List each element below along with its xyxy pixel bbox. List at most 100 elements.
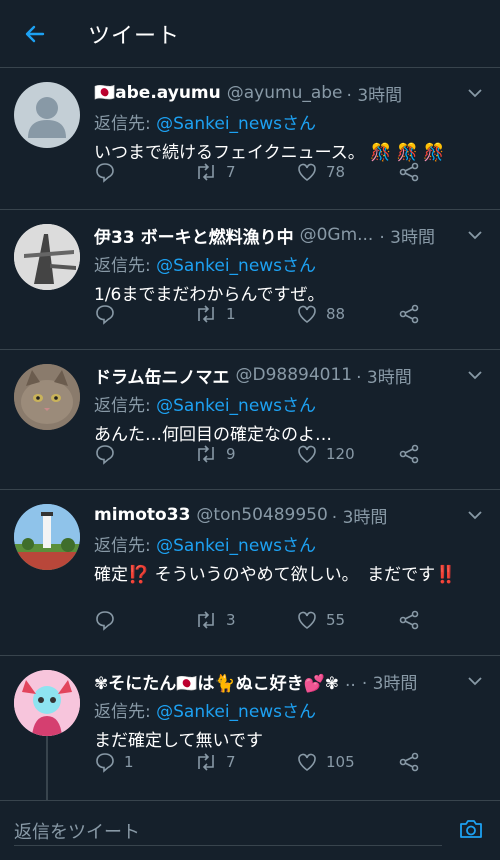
chevron-down-icon[interactable] (466, 366, 484, 384)
reply-prefix: 返信先: (94, 114, 157, 134)
display-name[interactable]: 伊33 ボーキと燃料漁り中 (94, 223, 294, 248)
anime-avatar-icon (14, 670, 80, 736)
chevron-down-icon[interactable] (466, 672, 484, 690)
tweet-header: 🇯🇵abe.ayumu @ayumu_abe · 3時間 (94, 80, 484, 106)
like-button[interactable]: 78 (296, 161, 345, 183)
retweet-count: 3 (226, 611, 236, 629)
retweet-count: 7 (226, 753, 236, 771)
avatar-default[interactable] (14, 82, 80, 148)
cat-avatar-icon (14, 364, 80, 430)
reply-context: 返信先: @Sankei_newsさん (94, 531, 484, 557)
tweet-text: 1/6までまだわからんですぜ。 (94, 285, 325, 305)
retweet-icon (198, 753, 214, 771)
retweet-icon (198, 163, 214, 181)
back-button[interactable] (0, 22, 70, 46)
reply-count: 1 (124, 753, 134, 771)
heart-icon (298, 611, 316, 629)
reply-context: 返信先: @Sankei_newsさん (94, 251, 484, 277)
retweet-icon (198, 611, 214, 629)
share-button[interactable] (398, 443, 420, 465)
reply-button[interactable] (94, 303, 124, 325)
tweet[interactable]: ドラム缶ニノマエ @D98894011 · 3時間 返信先: @Sankei_n… (0, 350, 500, 490)
reply-button[interactable]: 1 (94, 751, 134, 773)
timestamp: · 3時間 (361, 673, 418, 694)
user-avatar-icon (14, 224, 80, 290)
reply-input[interactable]: 返信をツイート (14, 818, 458, 844)
timestamp: · 3時間 (331, 507, 388, 528)
avatar[interactable] (14, 364, 80, 430)
retweet-button[interactable]: 3 (194, 609, 236, 631)
tweet[interactable]: 伊33 ボーキと燃料漁り中 @0Gm... · 3時間 返信先: @Sankei… (0, 210, 500, 350)
chevron-down-icon[interactable] (466, 506, 484, 524)
tweet[interactable]: 🇯🇵abe.ayumu @ayumu_abe · 3時間 返信先: @Sanke… (0, 68, 500, 210)
like-count: 120 (326, 445, 355, 463)
avatar[interactable] (14, 224, 80, 290)
reply-composer: 返信をツイート (0, 800, 500, 860)
reply-button[interactable] (94, 443, 124, 465)
tweet[interactable]: mimoto33 @ton50489950 · 3時間 返信先: @Sankei… (0, 490, 500, 656)
user-handle[interactable]: @ton50489950 (196, 505, 327, 525)
like-button[interactable]: 105 (296, 751, 355, 773)
share-button[interactable] (398, 609, 420, 631)
display-name[interactable]: ✾そにたん🇯🇵は🐈ぬこ好き💕✾ (94, 669, 339, 694)
reply-mention[interactable]: @Sankei_newsさん (156, 256, 316, 276)
like-button[interactable]: 88 (296, 303, 345, 325)
tweet-header: mimoto33 @ton50489950 · 3時間 (94, 502, 484, 528)
chevron-down-icon[interactable] (466, 84, 484, 102)
user-handle[interactable]: @0Gm... (300, 225, 374, 245)
display-name[interactable]: ドラム缶ニノマエ (94, 363, 230, 388)
like-count: 105 (326, 753, 355, 771)
like-button[interactable]: 55 (296, 609, 345, 631)
default-avatar-icon (28, 97, 66, 138)
lighthouse-avatar-icon (14, 504, 80, 570)
reply-button[interactable] (94, 161, 124, 183)
like-button[interactable]: 120 (296, 443, 355, 465)
reply-mention[interactable]: @Sankei_newsさん (156, 396, 316, 416)
reply-icon (96, 611, 114, 631)
reply-mention[interactable]: @Sankei_newsさん (156, 536, 316, 556)
user-handle[interactable]: .. (345, 671, 356, 691)
thread-connector (46, 736, 48, 800)
timestamp: · 3時間 (356, 367, 412, 388)
user-handle[interactable]: @D98894011 (236, 365, 353, 385)
retweet-icon (198, 305, 214, 323)
display-name[interactable]: mimoto33 (94, 505, 190, 525)
back-arrow-icon (25, 25, 45, 42)
reply-prefix: 返信先: (94, 256, 157, 276)
reply-mention[interactable]: @Sankei_newsさん (156, 114, 316, 134)
tweet-text: いつまで続けるフェイクニュース。 🎊 🎊 🎊 (94, 143, 445, 163)
avatar[interactable] (14, 504, 80, 570)
share-icon (399, 304, 419, 324)
avatar[interactable] (14, 670, 80, 736)
reply-mention[interactable]: @Sankei_newsさん (156, 702, 316, 722)
retweet-button[interactable]: 7 (194, 161, 236, 183)
top-bar: ツイート (0, 0, 500, 68)
share-button[interactable] (398, 303, 420, 325)
share-button[interactable] (398, 161, 420, 183)
chevron-down-icon[interactable] (466, 226, 484, 244)
timestamp: · 3時間 (346, 85, 403, 106)
composer-underline (14, 845, 442, 846)
retweet-icon (198, 445, 214, 463)
like-count: 88 (326, 305, 346, 323)
reply-icon (96, 305, 114, 325)
share-icon (399, 162, 419, 182)
tweet[interactable]: ✾そにたん🇯🇵は🐈ぬこ好き💕✾ .. · 3時間 返信先: @Sankei_ne… (0, 656, 500, 800)
reply-icon (96, 445, 114, 465)
tweet-header: ✾そにたん🇯🇵は🐈ぬこ好き💕✾ .. · 3時間 (94, 668, 484, 694)
share-button[interactable] (398, 751, 420, 773)
like-count: 78 (326, 163, 346, 181)
retweet-button[interactable]: 7 (194, 751, 236, 773)
reply-button[interactable] (94, 609, 124, 631)
reply-prefix: 返信先: (94, 536, 157, 556)
retweet-button[interactable]: 1 (194, 303, 236, 325)
tweet-header: ドラム缶ニノマエ @D98894011 · 3時間 (94, 362, 484, 388)
user-handle[interactable]: @ayumu_abe (227, 83, 343, 103)
display-name[interactable]: 🇯🇵abe.ayumu (94, 83, 221, 103)
page-title: ツイート (88, 23, 181, 49)
heart-icon (298, 445, 316, 463)
retweet-button[interactable]: 9 (194, 443, 236, 465)
retweet-count: 1 (226, 305, 236, 323)
camera-button[interactable] (458, 817, 484, 845)
tweet-header: 伊33 ボーキと燃料漁り中 @0Gm... · 3時間 (94, 222, 484, 248)
